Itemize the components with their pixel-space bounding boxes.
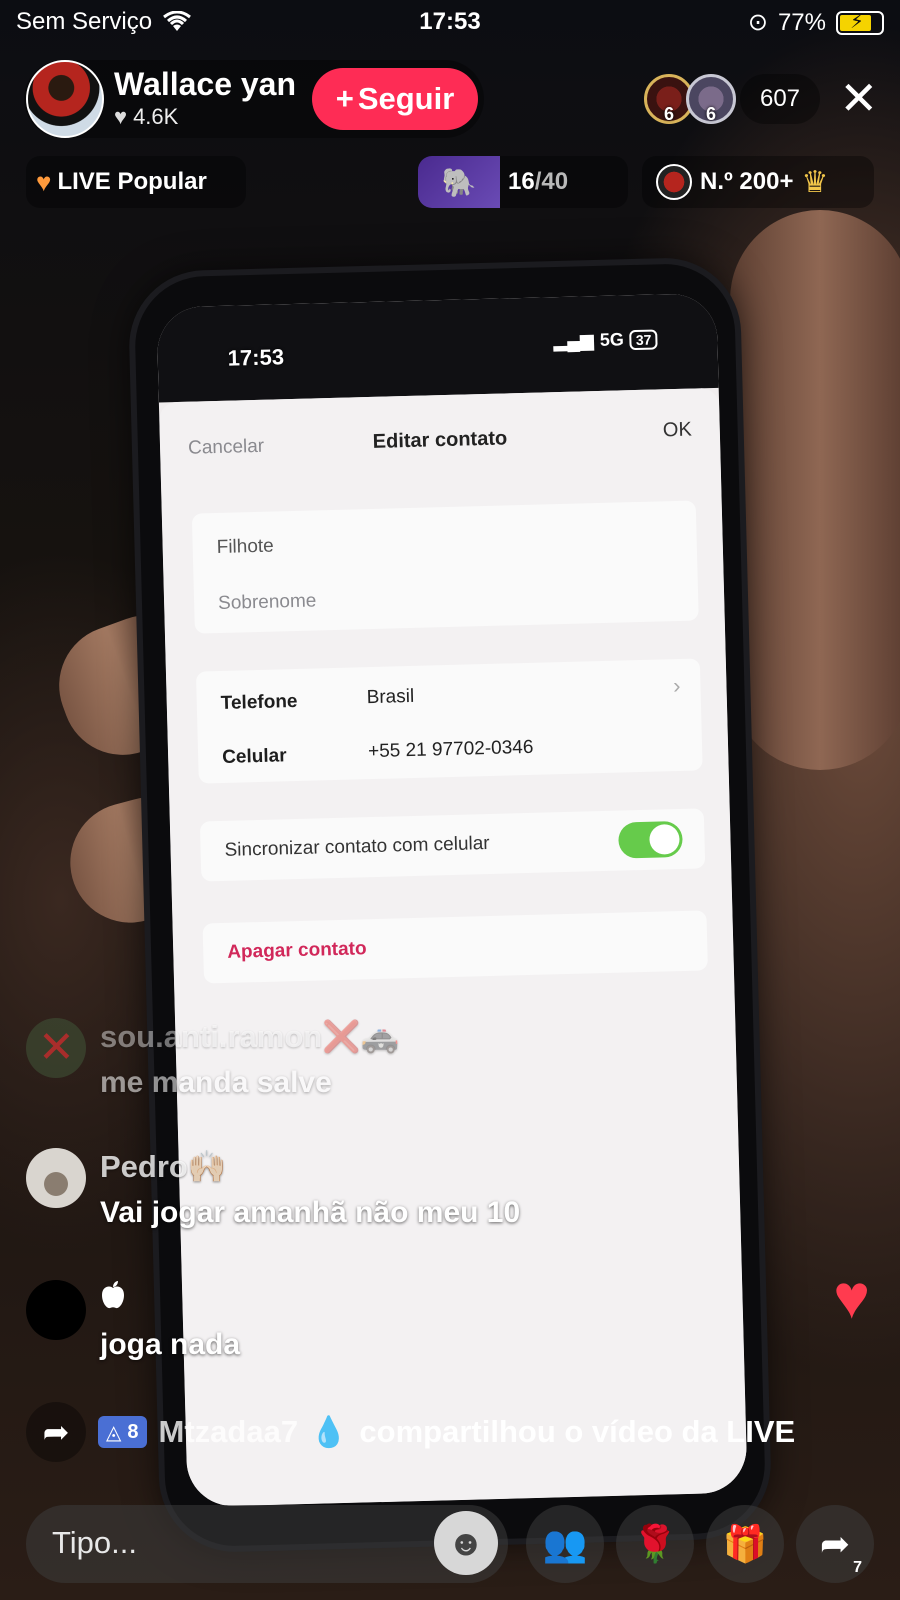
phone-battery: 37 bbox=[629, 328, 658, 350]
share-button[interactable]: ➦ 7 bbox=[796, 1505, 874, 1583]
emoji-icon[interactable]: ☻ bbox=[434, 1511, 498, 1575]
apple-icon bbox=[102, 1281, 124, 1309]
signal-icon: ▂▄▆ bbox=[553, 330, 595, 352]
mobile-label: Celular bbox=[221, 745, 287, 768]
chat-avatar[interactable] bbox=[26, 1148, 86, 1208]
status-right: ⊙ 77% ⚡ bbox=[748, 8, 884, 37]
comment-input[interactable]: Tipo... ☻ bbox=[26, 1505, 508, 1583]
last-name-field: Sobrenome bbox=[217, 590, 317, 615]
blood-drop-icon: 💧 bbox=[310, 1415, 348, 1449]
share-arrow-icon[interactable]: ➦ bbox=[26, 1402, 86, 1462]
chat-username[interactable]: sou.anti.ramon❌🚓 bbox=[100, 1018, 399, 1055]
viewer-rank: 6 bbox=[705, 104, 717, 124]
sync-label: Sincronizar contato com celular bbox=[224, 832, 490, 861]
rose-icon: 🌹 bbox=[632, 1523, 678, 1564]
chat-username[interactable] bbox=[100, 1280, 126, 1318]
goal-current: 16 bbox=[508, 168, 535, 195]
first-name-field: Filhote bbox=[216, 535, 274, 559]
name-group: Filhote Sobrenome bbox=[191, 500, 699, 634]
chat-text: me manda salve bbox=[100, 1066, 332, 1099]
orientation-lock-icon: ⊙ bbox=[747, 9, 768, 36]
status-bar: Sem Serviço 17:53 ⊙ 77% ⚡ bbox=[0, 0, 900, 44]
elephant-gift-icon: 🐘 bbox=[418, 156, 500, 208]
thumb-shape bbox=[730, 210, 900, 770]
phone-time: 17:53 bbox=[227, 344, 285, 371]
like-heart-icon[interactable]: ♥ bbox=[833, 1262, 870, 1333]
crown-icon: ♛ bbox=[801, 165, 829, 199]
level-number: 8 bbox=[127, 1420, 139, 1443]
gift-goal-badge[interactable]: 🐘 16/40 bbox=[418, 156, 628, 208]
follow-button[interactable]: + Seguir bbox=[312, 68, 478, 130]
live-popular-badge[interactable]: ♥ LIVE Popular bbox=[26, 156, 246, 208]
follow-label: Seguir bbox=[357, 81, 455, 116]
phone-group: Telefone Brasil › Celular +55 21 97702-0… bbox=[195, 658, 703, 784]
goal-progress: 16/40 bbox=[508, 168, 568, 196]
ok-link: OK bbox=[662, 418, 693, 442]
viewer-count[interactable]: 607 bbox=[740, 74, 820, 124]
host-likes: ♥ 4.6K bbox=[114, 104, 178, 130]
likes-count: 4.6K bbox=[133, 104, 179, 129]
viewer-rank: 6 bbox=[663, 104, 675, 124]
plus-icon: + bbox=[335, 81, 354, 116]
people-icon: 👥 bbox=[542, 1523, 588, 1564]
share-text: compartilhou o vídeo da LIVE bbox=[359, 1414, 796, 1449]
chat-text: Vai jogar amanhã não meu 10 bbox=[100, 1196, 521, 1229]
top-viewer-avatar[interactable]: 6 bbox=[686, 74, 736, 124]
popular-label: LIVE Popular bbox=[57, 168, 207, 195]
chat-avatar[interactable] bbox=[26, 1280, 86, 1340]
heart-icon: ♥ bbox=[114, 104, 128, 129]
battery-percent: 77% bbox=[777, 8, 826, 36]
sync-group: Sincronizar contato com celular bbox=[199, 808, 706, 882]
share-username[interactable]: Mtzadaa7 bbox=[159, 1414, 299, 1450]
sync-toggle bbox=[618, 820, 683, 859]
gift-icon: 🎁 bbox=[722, 1523, 768, 1564]
chat-message[interactable]: ✕ sou.anti.ramon❌🚓 me manda salve bbox=[26, 1018, 726, 1118]
chat-message[interactable]: joga nada bbox=[26, 1280, 726, 1380]
ranking-avatar bbox=[656, 164, 692, 200]
rank-label: N.º 200+ bbox=[700, 168, 794, 195]
share-count: 7 bbox=[853, 1559, 862, 1576]
sheet-title: Editar contato bbox=[372, 427, 508, 453]
charging-bolt-icon: ⚡ bbox=[850, 10, 865, 33]
goal-total: /40 bbox=[534, 168, 569, 195]
gift-button[interactable]: 🎁 bbox=[706, 1505, 784, 1583]
level-triangle-icon: ◬ bbox=[106, 1421, 122, 1444]
share-icon: ➦ bbox=[819, 1523, 851, 1564]
delete-contact-link: Apagar contato bbox=[227, 938, 367, 963]
sheet-header: Cancelar Editar contato OK bbox=[188, 419, 693, 472]
host-info[interactable]: Wallace yan ♥ 4.6K + Seguir bbox=[24, 60, 484, 138]
chat-avatar[interactable]: ✕ bbox=[26, 1018, 86, 1078]
mobile-number: +55 21 97702-0346 bbox=[367, 736, 534, 763]
phone-status-right: ▂▄▆ 5G 37 bbox=[553, 328, 658, 352]
chat-message[interactable]: Pedro🙌🏻 Vai jogar amanhã não meu 10 bbox=[26, 1148, 726, 1248]
rose-gift-button[interactable]: 🌹 bbox=[616, 1505, 694, 1583]
close-icon[interactable]: ✕ bbox=[839, 75, 878, 121]
bottom-bar: Tipo... ☻ 👥 🌹 🎁 ➦ 7 bbox=[0, 1505, 900, 1585]
chat-text: joga nada bbox=[100, 1328, 241, 1361]
phone-label: Telefone bbox=[220, 690, 298, 714]
phone-country: Brasil bbox=[366, 685, 415, 709]
top-viewers[interactable]: 6 6 607 bbox=[644, 72, 820, 126]
phone-network: 5G bbox=[599, 329, 625, 350]
ranking-badge[interactable]: N.º 200+ ♛ bbox=[642, 156, 874, 208]
chat-username[interactable]: Pedro🙌🏻 bbox=[100, 1148, 226, 1185]
chevron-right-icon: › bbox=[672, 672, 681, 699]
popular-heart-icon: ♥ bbox=[36, 166, 52, 197]
host-name: Wallace yan bbox=[114, 66, 297, 102]
x-mark-icon: ✕ bbox=[38, 1023, 75, 1072]
multi-guest-button[interactable]: 👥 bbox=[526, 1505, 604, 1583]
comment-placeholder: Tipo... bbox=[52, 1525, 137, 1560]
share-event: ➦ ◬ 8 Mtzadaa7 💧 compartilhou o vídeo da… bbox=[26, 1402, 795, 1462]
host-avatar[interactable] bbox=[26, 60, 104, 138]
level-badge: ◬ 8 bbox=[98, 1416, 147, 1448]
battery-icon: ⚡ bbox=[836, 10, 884, 35]
delete-group: Apagar contato bbox=[202, 910, 708, 984]
